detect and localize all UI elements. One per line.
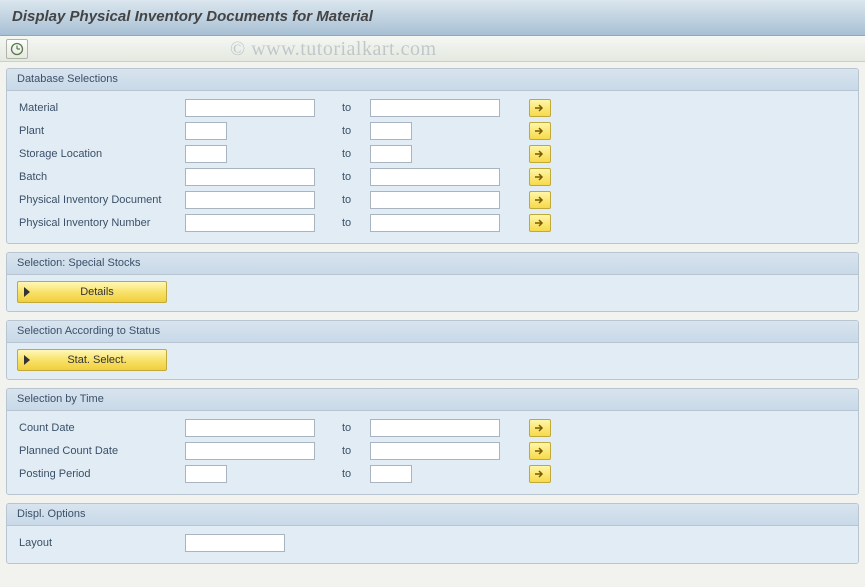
plant-from-input[interactable] — [185, 122, 227, 140]
to-label: to — [340, 445, 370, 457]
group-special-stocks: Selection: Special Stocks Details — [6, 252, 859, 312]
label-storage-location: Storage Location — [17, 148, 185, 160]
pi-doc-to-input[interactable] — [370, 191, 500, 209]
to-label: to — [340, 217, 370, 229]
arrow-right-icon — [534, 446, 546, 456]
group-displ-options: Displ. Options Layout — [6, 503, 859, 564]
planned-date-from-input[interactable] — [185, 442, 315, 460]
label-pi-doc: Physical Inventory Document — [17, 194, 185, 206]
plant-to-input[interactable] — [370, 122, 412, 140]
count-date-from-input[interactable] — [185, 419, 315, 437]
label-posting-period: Posting Period — [17, 468, 185, 480]
clock-icon — [10, 42, 24, 56]
storage-loc-multi-button[interactable] — [529, 145, 551, 163]
arrow-right-icon — [534, 195, 546, 205]
toolbar — [0, 36, 865, 62]
group-header: Selection: Special Stocks — [7, 253, 858, 275]
to-label: to — [340, 148, 370, 160]
storage-loc-from-input[interactable] — [185, 145, 227, 163]
label-plant: Plant — [17, 125, 185, 137]
pi-num-to-input[interactable] — [370, 214, 500, 232]
details-button[interactable]: Details — [17, 281, 167, 303]
label-material: Material — [17, 102, 185, 114]
group-header: Displ. Options — [7, 504, 858, 526]
chevron-right-icon — [24, 355, 30, 365]
group-selection-by-time: Selection by Time Count Date to Planned … — [6, 388, 859, 495]
arrow-right-icon — [534, 469, 546, 479]
pi-num-multi-button[interactable] — [529, 214, 551, 232]
planned-date-to-input[interactable] — [370, 442, 500, 460]
to-label: to — [340, 171, 370, 183]
group-header: Selection by Time — [7, 389, 858, 411]
arrow-right-icon — [534, 172, 546, 182]
chevron-right-icon — [24, 287, 30, 297]
arrow-right-icon — [534, 218, 546, 228]
batch-to-input[interactable] — [370, 168, 500, 186]
page-title: Display Physical Inventory Documents for… — [0, 0, 865, 36]
label-count-date: Count Date — [17, 422, 185, 434]
stat-select-button[interactable]: Stat. Select. — [17, 349, 167, 371]
posting-period-multi-button[interactable] — [529, 465, 551, 483]
arrow-right-icon — [534, 149, 546, 159]
arrow-right-icon — [534, 423, 546, 433]
group-status: Selection According to Status Stat. Sele… — [6, 320, 859, 380]
count-date-to-input[interactable] — [370, 419, 500, 437]
to-label: to — [340, 422, 370, 434]
posting-period-from-input[interactable] — [185, 465, 227, 483]
to-label: to — [340, 102, 370, 114]
to-label: to — [340, 125, 370, 137]
material-multi-button[interactable] — [529, 99, 551, 117]
material-from-input[interactable] — [185, 99, 315, 117]
group-header: Selection According to Status — [7, 321, 858, 343]
label-planned-count-date: Planned Count Date — [17, 445, 185, 457]
label-batch: Batch — [17, 171, 185, 183]
label-pi-num: Physical Inventory Number — [17, 217, 185, 229]
to-label: to — [340, 468, 370, 480]
layout-input[interactable] — [185, 534, 285, 552]
plant-multi-button[interactable] — [529, 122, 551, 140]
arrow-right-icon — [534, 103, 546, 113]
planned-date-multi-button[interactable] — [529, 442, 551, 460]
count-date-multi-button[interactable] — [529, 419, 551, 437]
pi-num-from-input[interactable] — [185, 214, 315, 232]
material-to-input[interactable] — [370, 99, 500, 117]
arrow-right-icon — [534, 126, 546, 136]
storage-loc-to-input[interactable] — [370, 145, 412, 163]
to-label: to — [340, 194, 370, 206]
button-label: Details — [38, 286, 156, 298]
pi-doc-multi-button[interactable] — [529, 191, 551, 209]
button-label: Stat. Select. — [38, 354, 156, 366]
posting-period-to-input[interactable] — [370, 465, 412, 483]
batch-from-input[interactable] — [185, 168, 315, 186]
label-layout: Layout — [17, 537, 185, 549]
pi-doc-from-input[interactable] — [185, 191, 315, 209]
group-header: Database Selections — [7, 69, 858, 91]
batch-multi-button[interactable] — [529, 168, 551, 186]
execute-button[interactable] — [6, 39, 28, 59]
group-database-selections: Database Selections Material to Plant to… — [6, 68, 859, 244]
